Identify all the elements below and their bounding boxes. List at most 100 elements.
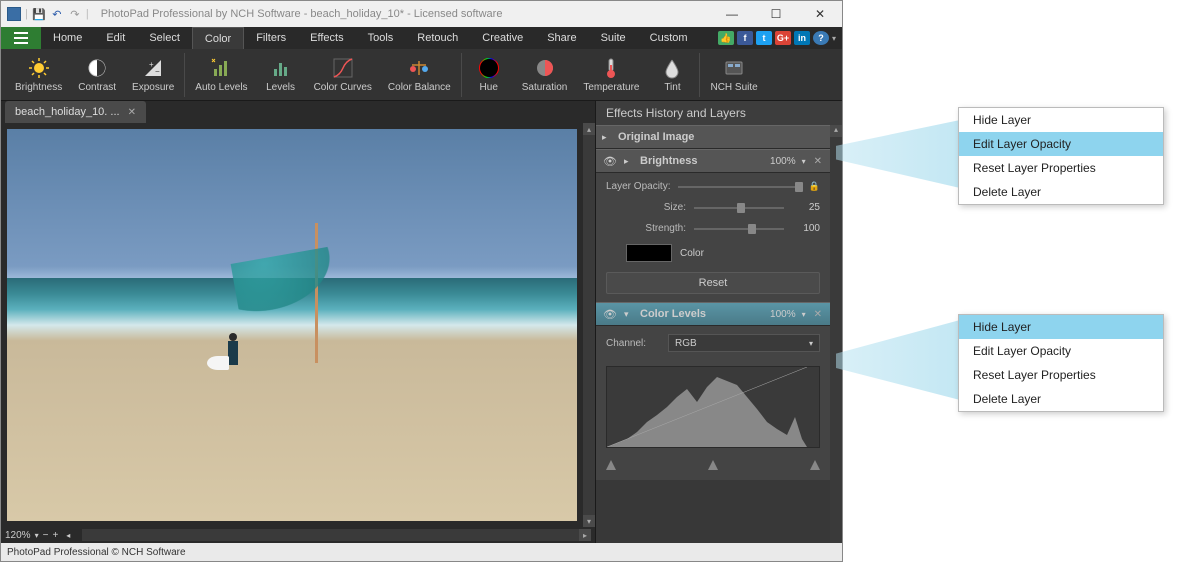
menu-suite[interactable]: Suite: [589, 27, 638, 49]
context-delete-layer[interactable]: Delete Layer: [959, 387, 1163, 411]
opacity-slider[interactable]: [678, 186, 800, 188]
lock-icon[interactable]: 🔒: [809, 181, 820, 192]
balance-icon: [407, 56, 431, 80]
context-reset-layer-properties[interactable]: Reset Layer Properties: [959, 363, 1163, 387]
minimize-button[interactable]: —: [710, 1, 754, 27]
menu-creative[interactable]: Creative: [470, 27, 535, 49]
maximize-button[interactable]: ☐: [754, 1, 798, 27]
tool-color-curves[interactable]: Color Curves: [306, 54, 380, 95]
title-bar: | 💾 ↶ ↷ | PhotoPad Professional by NCH S…: [1, 1, 842, 27]
menu-retouch[interactable]: Retouch: [405, 27, 470, 49]
dropdown-icon[interactable]: ▾: [802, 310, 806, 319]
layer-brightness[interactable]: 👁 ▸ Brightness 100% ▾ ✕: [596, 149, 830, 173]
menu-select[interactable]: Select: [137, 27, 192, 49]
reset-button[interactable]: Reset: [606, 272, 820, 294]
layer-opacity-pct: 100%: [770, 156, 796, 167]
black-point-handle[interactable]: [606, 460, 616, 470]
twitter-icon[interactable]: t: [756, 31, 772, 45]
histogram-curve: [607, 367, 807, 447]
surfboard: [207, 356, 229, 370]
zoom-level: 120%: [5, 530, 31, 541]
ribbon-toolbar: Brightness Contrast+−ExposureAuto LevelsL…: [1, 49, 842, 101]
save-icon[interactable]: 💾: [32, 7, 46, 21]
tool-levels[interactable]: Levels: [256, 54, 306, 95]
tool-label: Color Curves: [314, 82, 372, 93]
histogram-handles[interactable]: [606, 458, 820, 472]
scroll-up-icon[interactable]: ▴: [583, 123, 595, 135]
undo-icon[interactable]: ↶: [50, 7, 64, 21]
vertical-scrollbar[interactable]: ▴ ▾: [583, 123, 595, 527]
document-tab[interactable]: beach_holiday_10. ... ✕: [5, 101, 146, 123]
white-point-handle[interactable]: [810, 460, 820, 470]
zoom-in-button[interactable]: +: [52, 530, 58, 541]
redo-icon[interactable]: ↷: [68, 7, 82, 21]
tool-brightness[interactable]: Brightness: [7, 54, 70, 95]
close-button[interactable]: ✕: [798, 1, 842, 27]
layer-colorlevels[interactable]: 👁 ▾ Color Levels 100% ▾ ✕: [596, 302, 830, 326]
tool-auto-levels[interactable]: Auto Levels: [187, 54, 255, 95]
gplus-icon[interactable]: G+: [775, 31, 791, 45]
size-value: 25: [792, 202, 820, 213]
menu-filters[interactable]: Filters: [244, 27, 298, 49]
menu-color[interactable]: Color: [192, 27, 244, 49]
hamburger-menu[interactable]: [1, 27, 41, 49]
color-swatch[interactable]: [626, 244, 672, 262]
callout-pointer-1: [836, 120, 960, 188]
zoom-dropdown-icon[interactable]: ▾: [35, 531, 39, 540]
layer-original[interactable]: ▸ Original Image: [596, 125, 830, 149]
linkedin-icon[interactable]: in: [794, 31, 810, 45]
context-menu-2: Hide LayerEdit Layer OpacityReset Layer …: [958, 314, 1164, 412]
horizontal-scrollbar[interactable]: ▸: [82, 529, 591, 541]
context-reset-layer-properties[interactable]: Reset Layer Properties: [959, 156, 1163, 180]
image-canvas[interactable]: [7, 129, 577, 521]
tool-color-balance[interactable]: Color Balance: [380, 54, 459, 95]
mid-point-handle[interactable]: [708, 460, 718, 470]
strength-slider[interactable]: [694, 228, 784, 230]
tool-hue[interactable]: Hue: [464, 54, 514, 95]
dropdown-icon: ▾: [809, 339, 813, 348]
menu-effects[interactable]: Effects: [298, 27, 355, 49]
scroll-right-icon[interactable]: ▸: [579, 529, 591, 541]
help-dropdown[interactable]: ▾: [832, 34, 836, 43]
facebook-icon[interactable]: f: [737, 31, 753, 45]
tool-contrast[interactable]: Contrast: [70, 54, 124, 95]
eye-icon[interactable]: 👁: [602, 308, 618, 321]
opacity-label: Layer Opacity:: [606, 181, 670, 192]
like-icon[interactable]: 👍: [718, 31, 734, 45]
size-slider[interactable]: [694, 207, 784, 209]
tool-label: NCH Suite: [710, 82, 757, 93]
status-bar: PhotoPad Professional © NCH Software: [1, 543, 842, 561]
menu-tools[interactable]: Tools: [356, 27, 406, 49]
context-delete-layer[interactable]: Delete Layer: [959, 180, 1163, 204]
menu-edit[interactable]: Edit: [94, 27, 137, 49]
dropdown-icon[interactable]: ▾: [802, 157, 806, 166]
help-icon[interactable]: ?: [813, 31, 829, 45]
context-hide-layer[interactable]: Hide Layer: [959, 108, 1163, 132]
temp-icon: [599, 56, 623, 80]
menu-home[interactable]: Home: [41, 27, 94, 49]
eye-icon[interactable]: 👁: [602, 155, 618, 168]
context-edit-layer-opacity[interactable]: Edit Layer Opacity: [959, 339, 1163, 363]
context-edit-layer-opacity[interactable]: Edit Layer Opacity: [959, 132, 1163, 156]
layer-close-icon[interactable]: ✕: [812, 309, 824, 320]
zoom-out-button[interactable]: −: [43, 530, 49, 541]
chevron-right-icon: ▸: [624, 156, 634, 167]
scroll-left-icon[interactable]: ◂: [66, 531, 70, 540]
layer-close-icon[interactable]: ✕: [812, 156, 824, 167]
tool-exposure[interactable]: +−Exposure: [124, 54, 182, 95]
tool-nch-suite[interactable]: NCH Suite: [702, 54, 765, 95]
tab-close-icon[interactable]: ✕: [128, 107, 136, 118]
tool-label: Brightness: [15, 82, 62, 93]
tool-temperature[interactable]: Temperature: [575, 54, 647, 95]
panel-scrollbar[interactable]: ▴: [830, 125, 842, 543]
context-hide-layer[interactable]: Hide Layer: [959, 315, 1163, 339]
tool-saturation[interactable]: Saturation: [514, 54, 576, 95]
tool-tint[interactable]: Tint: [647, 54, 697, 95]
menu-share[interactable]: Share: [535, 27, 588, 49]
scroll-up-icon[interactable]: ▴: [830, 125, 842, 137]
histogram[interactable]: [606, 366, 820, 448]
channel-select[interactable]: RGB ▾: [668, 334, 820, 352]
callout-pointer-2: [836, 320, 960, 400]
menu-custom[interactable]: Custom: [638, 27, 700, 49]
scroll-down-icon[interactable]: ▾: [583, 515, 595, 527]
